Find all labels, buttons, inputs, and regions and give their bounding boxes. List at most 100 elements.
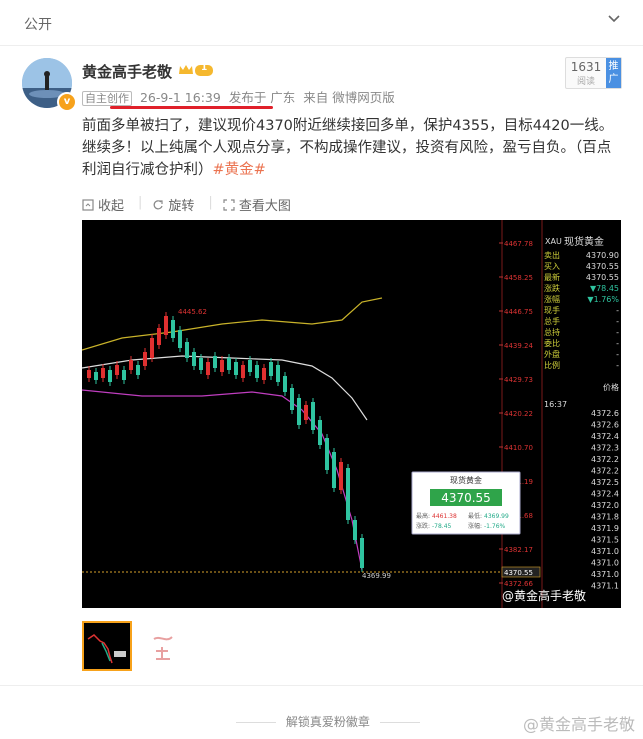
promote-button[interactable]: 推广: [606, 58, 621, 88]
quote-symbol: XAU: [545, 237, 562, 246]
fan-level-icon[interactable]: [178, 63, 214, 77]
candle-body: [241, 365, 245, 378]
candle-body: [150, 338, 154, 358]
popup-title: 现货黄金: [450, 475, 482, 485]
quote-value: 4370.55: [586, 262, 619, 271]
candle-body: [122, 370, 126, 380]
quote-value: -: [616, 306, 619, 315]
current-price-tag: 4370.55: [504, 569, 533, 577]
popup-change-key: 涨跌:: [416, 522, 430, 530]
tick-price: 4371.0: [591, 570, 619, 579]
red-underline-annotation: [110, 106, 273, 109]
candle-body: [297, 398, 301, 425]
candle-body: [199, 358, 203, 370]
tick-price: 4371.0: [591, 547, 619, 556]
price-tick-label: 4439.24: [504, 342, 533, 350]
unlock-label: 解锁真爱粉徽章: [285, 715, 370, 729]
tick-price: 4372.3: [591, 444, 619, 453]
hashtag-link[interactable]: #黄金#: [213, 162, 266, 178]
post-image-kline[interactable]: 4467.78 4458.25 4446.75 4439.24 4429.73 4420.…: [82, 220, 621, 608]
price-tick-label: 4446.75: [504, 308, 533, 316]
price-tick-label: 4372.66: [504, 580, 533, 588]
action-divider: |: [138, 195, 143, 210]
tick-price: 4371.0: [591, 559, 619, 568]
quote-value: -: [616, 339, 619, 348]
price-tick-label: 4467.78: [504, 240, 533, 248]
thumbnail-selected[interactable]: [82, 621, 132, 671]
collapse-button[interactable]: 收起: [82, 195, 124, 214]
quote-value: ▼1.76%: [587, 295, 619, 304]
quote-value: -: [616, 317, 619, 326]
quote-value: -: [616, 328, 619, 337]
candle-body: [325, 438, 329, 470]
tick-price: 4371.1: [591, 582, 619, 591]
candle-body: [318, 420, 322, 445]
read-count: 1631: [570, 60, 602, 74]
rotate-icon: [153, 199, 164, 209]
quote-value: -: [616, 350, 619, 359]
quote-value: -: [616, 361, 619, 370]
post-time[interactable]: 26-9-1 16:39: [140, 90, 221, 105]
rotate-button[interactable]: 旋转: [152, 195, 194, 214]
tick-price: 4371.5: [591, 536, 619, 545]
candle-body: [276, 365, 280, 382]
popup-low-value: 4369.99: [484, 513, 509, 520]
post-meta: 自主创作 26-9-1 16:39 发布于 广东 来自 微博网页版: [82, 87, 395, 106]
candle-body: [234, 362, 238, 375]
candle-body: [129, 360, 133, 370]
popup-low-key: 最低:: [468, 512, 482, 520]
candle-body: [143, 352, 147, 366]
popup-price: 4370.55: [441, 491, 491, 505]
price-tick-label: 4382.17: [504, 546, 533, 554]
read-count-box[interactable]: 1631 阅读 推广: [565, 57, 622, 89]
quote-key: 买入: [544, 262, 560, 271]
quote-key: 涨幅: [544, 294, 560, 304]
verified-badge-icon: v: [57, 92, 77, 112]
post-source: 来自 微博网页版: [303, 90, 395, 105]
tick-price: 4372.6: [591, 421, 619, 430]
tick-price: 4372.5: [591, 478, 619, 487]
high-price-label: 4445.62: [178, 308, 207, 316]
tick-price: 4371.9: [591, 524, 619, 533]
price-column-label: 价格: [603, 382, 619, 392]
candle-body: [360, 538, 364, 568]
tick-price: 4372.4: [591, 490, 619, 499]
candle-body: [290, 388, 294, 410]
candle-body: [227, 358, 231, 370]
candle-body: [220, 360, 224, 372]
visibility-bar: 公开: [0, 0, 643, 46]
divider-line: [379, 722, 420, 723]
quote-key: 涨跌: [544, 283, 560, 293]
quote-key: 委比: [544, 338, 560, 348]
candle-body: [171, 320, 175, 338]
candle-body: [164, 316, 168, 335]
thumbnail-second[interactable]: [142, 621, 192, 671]
visibility-label: 公开: [24, 17, 52, 33]
popup-high-key: 最高:: [416, 512, 430, 520]
candle-body: [332, 452, 336, 488]
candle-body: [115, 365, 119, 375]
candle-body: [94, 372, 98, 380]
post-body: 前面多单被扫了，建议现价4370附近继续接回多单，保护4355，目标4420一线…: [82, 118, 614, 178]
price-tick-label: 4429.73: [504, 376, 533, 384]
candle-body: [283, 376, 287, 392]
quote-key: 总手: [544, 316, 560, 326]
price-tick-label: 4420.22: [504, 410, 533, 418]
original-tag: 自主创作: [82, 91, 132, 106]
quote-key: 总持: [544, 327, 560, 337]
price-tick-label: 4410.70: [504, 444, 533, 452]
popup-change-value: -78.45: [432, 523, 452, 530]
author-name[interactable]: 黄金高手老敬: [82, 61, 172, 82]
unlock-badge-link[interactable]: 解锁真爱粉徽章: [230, 713, 426, 730]
chevron-down-icon[interactable]: [607, 12, 621, 26]
divider-line: [236, 722, 276, 723]
candle-body: [248, 360, 252, 372]
low-price-label: 4369.99: [362, 572, 391, 580]
candle-body: [262, 368, 266, 380]
tick-price: 4372.4: [591, 432, 619, 441]
rotate-label: 旋转: [168, 199, 195, 214]
candle-body: [339, 462, 343, 490]
zoom-icon: [223, 198, 235, 211]
view-large-button[interactable]: 查看大图: [223, 195, 291, 214]
candle-body: [192, 352, 196, 366]
